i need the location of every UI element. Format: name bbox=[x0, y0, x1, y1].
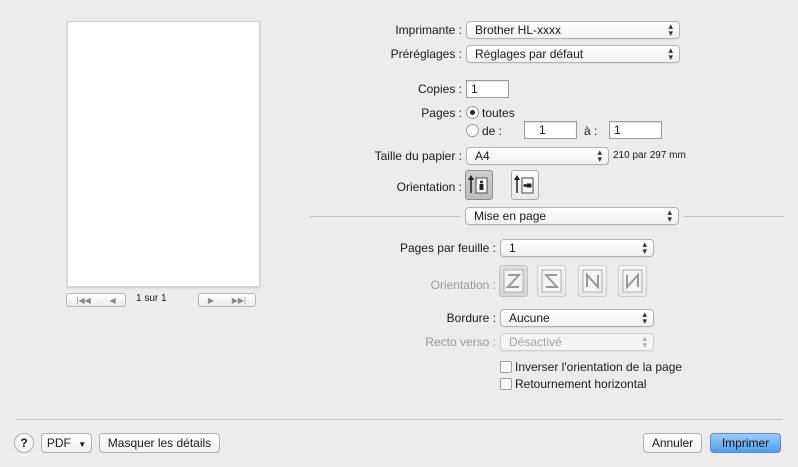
landscape-icon bbox=[514, 175, 534, 194]
chevron-down-icon: ▼ bbox=[78, 440, 87, 449]
popup-arrows-icon: ▴ ▾ bbox=[642, 309, 647, 326]
popup-arrows-icon: ▴ ▾ bbox=[667, 207, 672, 224]
layout-reverse-n-button bbox=[618, 265, 647, 297]
pages-per-sheet-value: 1 bbox=[509, 241, 516, 255]
next-last-page-buttons[interactable]: ▶ ▶▶| bbox=[198, 293, 256, 307]
popup-arrows-icon: ▴ ▾ bbox=[642, 239, 647, 256]
help-icon: ? bbox=[20, 436, 28, 450]
pages-per-sheet-label: Pages par feuille : bbox=[399, 241, 496, 255]
pages-range-radio[interactable] bbox=[466, 124, 479, 137]
z-layout-icon bbox=[503, 269, 524, 293]
copies-field[interactable]: 1 bbox=[466, 80, 509, 98]
printer-label: Imprimante : bbox=[395, 23, 462, 37]
duplex-value: Désactivé bbox=[509, 335, 562, 349]
section-value: Mise en page bbox=[474, 209, 547, 223]
portrait-icon bbox=[468, 175, 488, 194]
cancel-button[interactable]: Annuler bbox=[643, 433, 702, 453]
first-page-icon[interactable]: |◀◀ bbox=[76, 296, 90, 305]
s-layout-icon bbox=[541, 269, 562, 293]
printer-value: Brother HL-xxxx bbox=[475, 23, 562, 37]
n-layout-icon bbox=[582, 269, 603, 293]
border-value: Aucune bbox=[509, 311, 550, 325]
layout-direction-label: Orientation : bbox=[430, 278, 496, 292]
pages-all-radio[interactable] bbox=[466, 106, 479, 119]
pdf-menu-button[interactable]: PDF ▼ bbox=[41, 433, 92, 453]
footer-separator bbox=[16, 419, 782, 420]
portrait-orientation-button[interactable] bbox=[465, 170, 493, 200]
landscape-orientation-button[interactable] bbox=[511, 170, 539, 200]
duplex-popup: Désactivé ▴ ▾ bbox=[500, 333, 654, 351]
reverse-n-layout-icon bbox=[622, 269, 643, 293]
section-popup[interactable]: Mise en page ▴ ▾ bbox=[465, 207, 679, 225]
paper-size-label: Taille du papier : bbox=[374, 149, 462, 163]
pages-all-label: toutes bbox=[482, 106, 515, 120]
print-button[interactable]: Imprimer bbox=[710, 433, 781, 453]
reverse-orientation-checkbox[interactable] bbox=[500, 361, 512, 373]
presets-value: Réglages par défaut bbox=[475, 47, 584, 61]
page-counter: 1 sur 1 bbox=[136, 293, 167, 304]
first-prev-page-buttons[interactable]: |◀◀ ◀ bbox=[66, 293, 126, 307]
section-separator-right bbox=[684, 216, 784, 217]
pages-from-field[interactable]: 1 bbox=[524, 121, 577, 139]
popup-arrows-icon: ▴ ▾ bbox=[597, 147, 602, 164]
paper-size-value: A4 bbox=[475, 149, 490, 163]
layout-z-button bbox=[499, 265, 528, 297]
paper-dimensions: 210 par 297 mm bbox=[613, 150, 686, 161]
border-label: Bordure : bbox=[446, 311, 496, 325]
page-preview bbox=[67, 21, 260, 287]
pages-to-field[interactable]: 1 bbox=[609, 121, 662, 139]
reverse-orientation-label: Inverser l'orientation de la page bbox=[515, 360, 683, 374]
popup-arrows-icon: ▴ ▾ bbox=[668, 21, 673, 38]
popup-arrows-icon: ▴ ▾ bbox=[668, 45, 673, 62]
presets-label: Préréglages : bbox=[390, 47, 462, 61]
last-page-icon[interactable]: ▶▶| bbox=[232, 296, 246, 305]
next-page-icon[interactable]: ▶ bbox=[208, 296, 214, 305]
section-separator-left bbox=[310, 216, 460, 217]
layout-n-button bbox=[578, 265, 607, 297]
pages-to-label: à : bbox=[584, 124, 598, 138]
flip-horizontal-checkbox[interactable] bbox=[500, 378, 512, 390]
hide-details-button[interactable]: Masquer les détails bbox=[99, 433, 220, 453]
popup-arrows-icon: ▴ ▾ bbox=[642, 333, 647, 350]
pages-range-label: de : bbox=[482, 124, 503, 138]
printer-popup[interactable]: Brother HL-xxxx ▴ ▾ bbox=[466, 21, 680, 39]
previous-page-icon[interactable]: ◀ bbox=[109, 296, 115, 305]
pdf-label: PDF bbox=[46, 436, 71, 450]
pages-label: Pages : bbox=[421, 106, 462, 120]
pages-per-sheet-popup[interactable]: 1 ▴ ▾ bbox=[500, 239, 654, 257]
orientation-label: Orientation : bbox=[396, 180, 462, 194]
paper-size-popup[interactable]: A4 ▴ ▾ bbox=[466, 147, 609, 165]
presets-popup[interactable]: Réglages par défaut ▴ ▾ bbox=[466, 45, 680, 63]
duplex-label: Recto verso : bbox=[425, 335, 496, 349]
copies-label: Copies : bbox=[417, 82, 462, 96]
help-button[interactable]: ? bbox=[14, 433, 34, 453]
border-popup[interactable]: Aucune ▴ ▾ bbox=[500, 309, 654, 327]
layout-s-button bbox=[537, 265, 566, 297]
flip-horizontal-label: Retournement horizontal bbox=[515, 377, 647, 391]
